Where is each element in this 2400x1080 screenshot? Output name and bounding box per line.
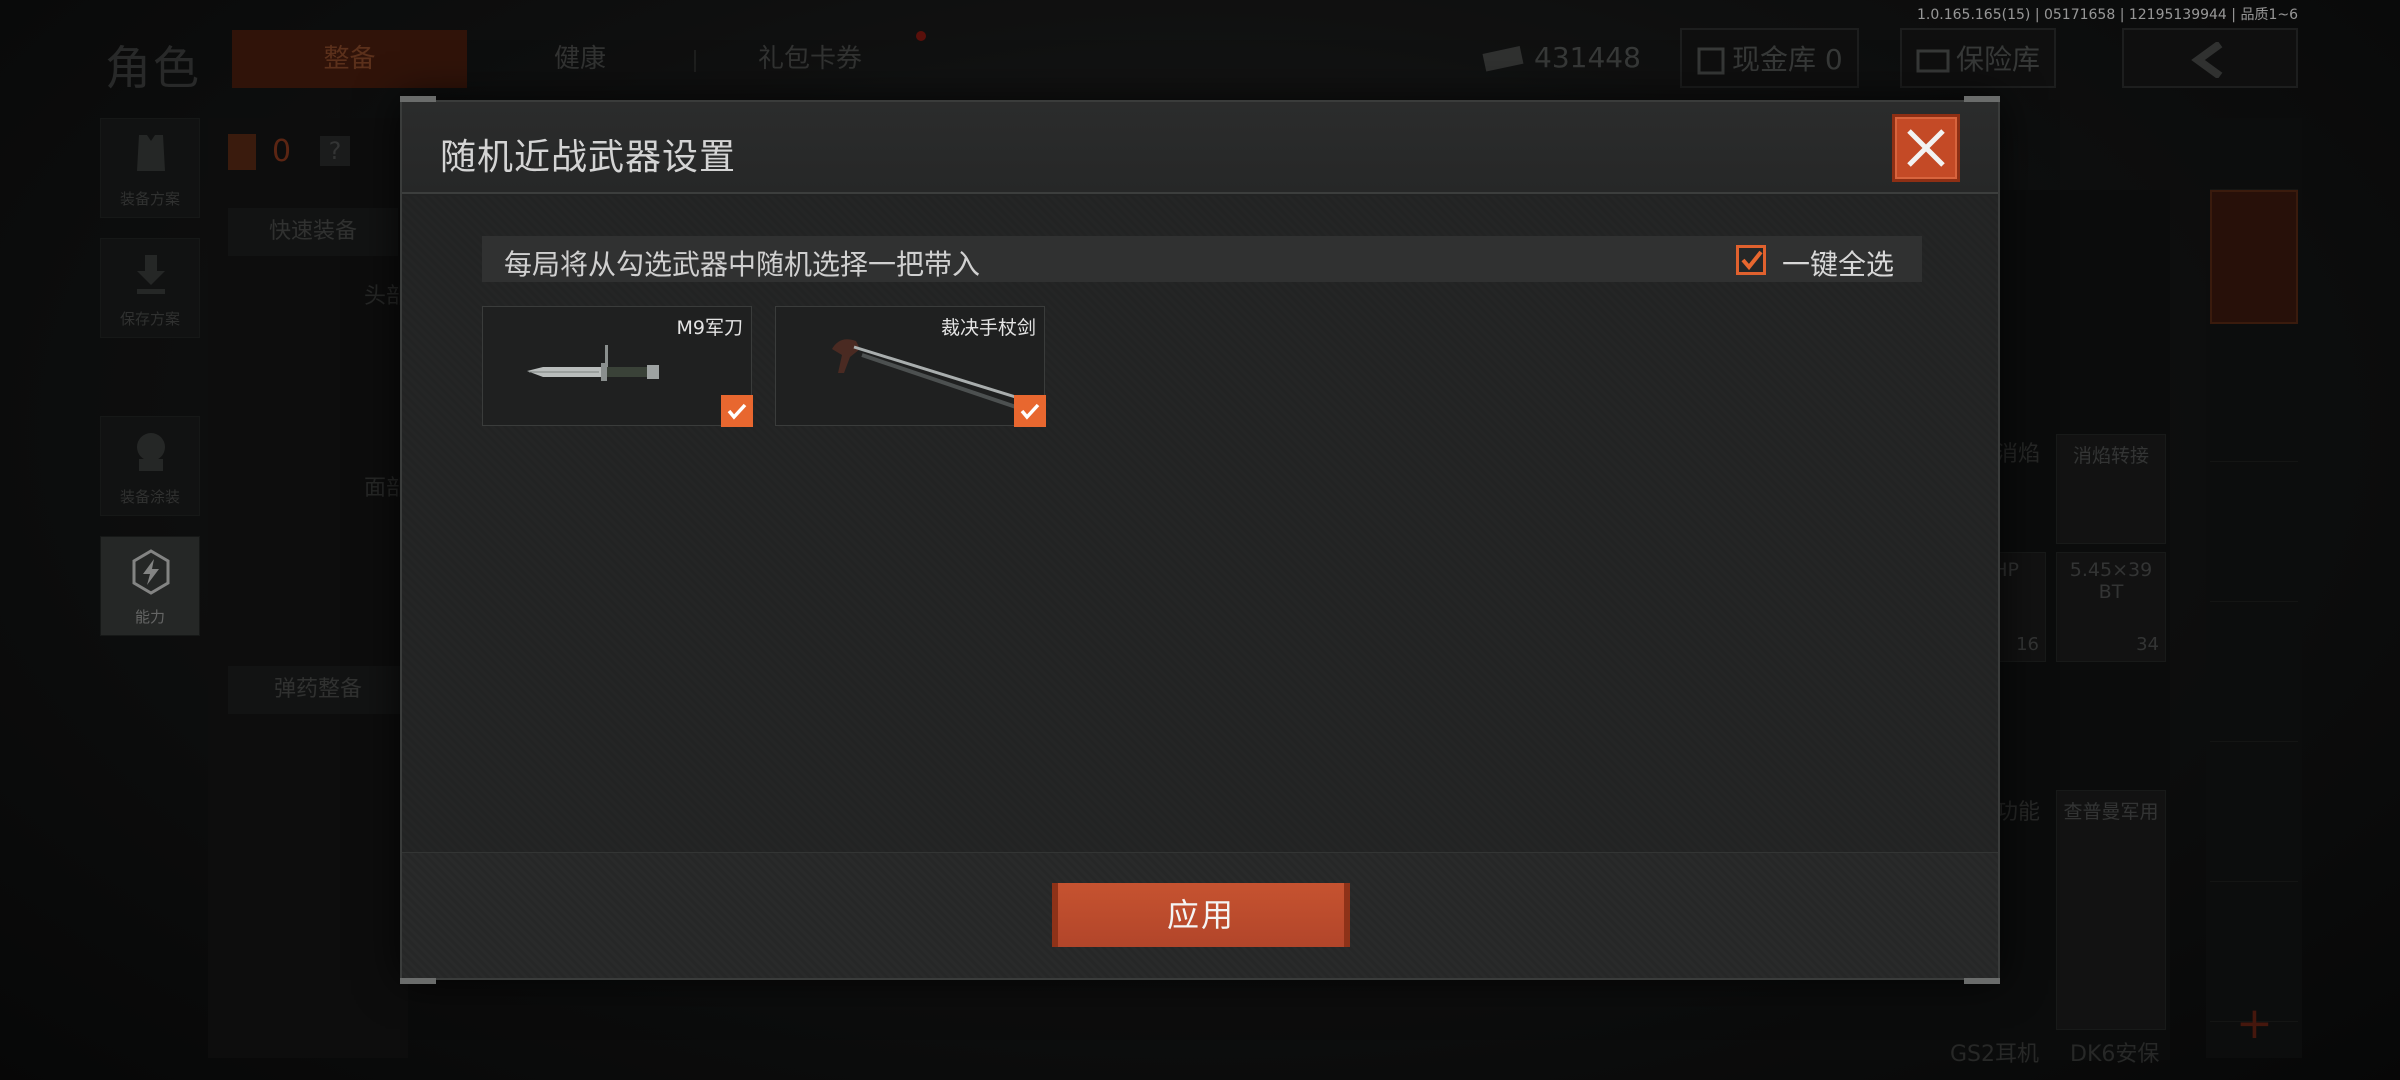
dialog-title: 随机近战武器设置 <box>440 137 737 178</box>
knife-icon <box>527 345 659 381</box>
frame-corner <box>1964 978 2000 984</box>
select-all-label: 一键全选 <box>1782 248 1895 281</box>
close-button[interactable] <box>1892 114 1960 182</box>
dialog-header: 随机近战武器设置 <box>402 102 1998 194</box>
close-icon <box>1907 129 1945 167</box>
apply-button[interactable]: 应用 <box>1052 883 1350 947</box>
cane-sword-icon <box>832 339 1023 409</box>
select-all-checkbox[interactable] <box>1736 245 1766 275</box>
weapon-checkbox[interactable] <box>1014 395 1046 427</box>
checkmark-icon <box>1741 250 1763 271</box>
checkmark-icon <box>727 403 747 420</box>
info-bar: 每局将从勾选武器中随机选择一把带入 一键全选 <box>482 236 1922 282</box>
dialog-body: 每局将从勾选武器中随机选择一把带入 一键全选 M9军刀 裁决手杖剑 <box>402 196 1998 852</box>
weapon-name: M9军刀 <box>676 317 743 339</box>
info-text: 每局将从勾选武器中随机选择一把带入 <box>504 248 981 281</box>
checkmark-icon <box>1020 403 1040 420</box>
weapon-checkbox[interactable] <box>721 395 753 427</box>
weapon-card-m9-bayonet[interactable]: M9军刀 <box>482 306 753 427</box>
weapon-card-cane-sword[interactable]: 裁决手杖剑 <box>775 306 1046 427</box>
random-melee-weapon-dialog: 随机近战武器设置 每局将从勾选武器中随机选择一把带入 一键全选 M9军刀 裁决手… <box>400 96 2000 984</box>
frame-corner <box>400 978 436 984</box>
dialog-footer: 应用 <box>402 852 1998 978</box>
